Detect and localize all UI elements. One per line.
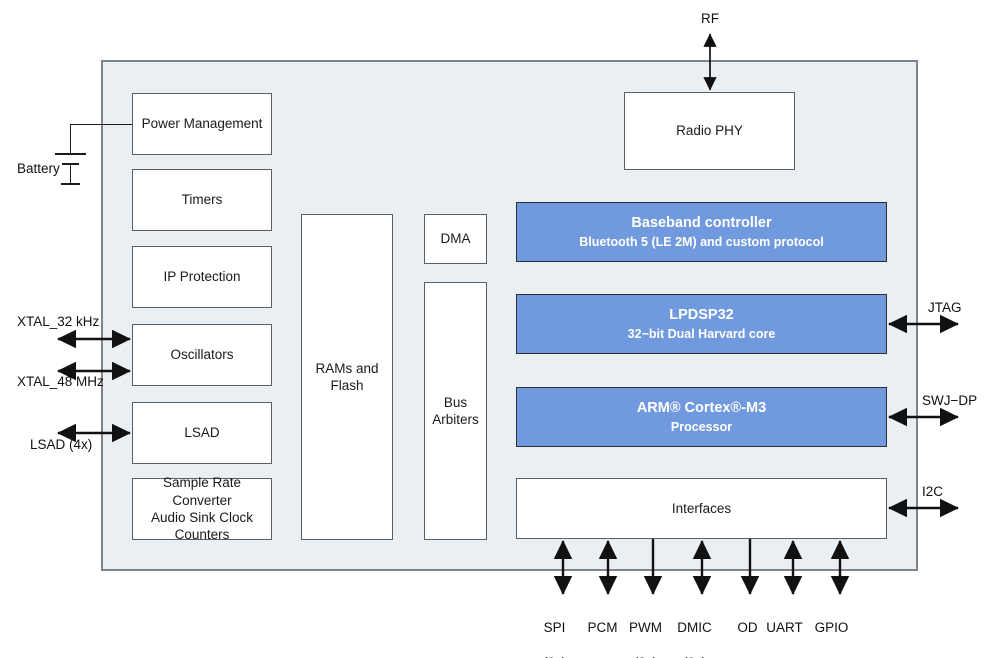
label-pin-pwm-line1: PWM (629, 619, 663, 635)
block-cortex-m3-title: ARM® Cortex®-M3 (636, 399, 767, 416)
block-power-management-label: Power Management (141, 116, 263, 132)
block-dma[interactable]: DMA (424, 214, 487, 264)
label-pin-spi: SPI (2x) (528, 601, 566, 658)
label-jtag: JTAG (928, 300, 962, 315)
label-swj-dp: SWJ−DP (922, 393, 978, 408)
label-rf: RF (701, 11, 719, 26)
label-pin-pwm: PWM (2x) (614, 601, 662, 658)
block-oscillators-label: Oscillators (170, 347, 234, 363)
block-cortex-m3[interactable]: ARM® Cortex®-M3 Processor (516, 387, 887, 447)
label-lsad-4x: LSAD (4x) (30, 437, 93, 452)
label-pin-dmic-line1: DMIC (677, 619, 712, 635)
block-baseband-controller[interactable]: Baseband controller Bluetooth 5 (LE 2M) … (516, 202, 887, 262)
block-radio-phy-label: Radio PHY (676, 123, 743, 139)
block-ip-protection[interactable]: IP Protection (132, 246, 272, 308)
block-dma-label: DMA (440, 231, 471, 247)
label-pin-dmic: DMIC (2x) (662, 601, 712, 658)
block-interfaces[interactable]: Interfaces (516, 478, 887, 539)
block-sample-rate-converter[interactable]: Sample Rate Converter Audio Sink Clock C… (132, 475, 272, 542)
label-pin-gpio: GPIO (800, 601, 849, 658)
label-pin-spi-line2: (2x) (543, 655, 566, 658)
block-sample-rate-converter-label: Sample Rate Converter Audio Sink Clock C… (150, 475, 254, 543)
block-lsad-label: LSAD (184, 425, 220, 441)
block-rams-and-flash[interactable]: RAMs and Flash (301, 214, 393, 540)
label-pin-uart: UART (751, 601, 803, 658)
battery-plate-positive (55, 153, 86, 155)
block-timers[interactable]: Timers (132, 169, 272, 231)
block-bus-arbiters[interactable]: Bus Arbiters (424, 282, 487, 540)
block-lsad[interactable]: LSAD (132, 402, 272, 464)
block-rams-and-flash-label: RAMs and Flash (315, 360, 379, 393)
block-lpdsp32-title: LPDSP32 (669, 306, 734, 323)
label-pin-uart-line1: UART (766, 619, 803, 635)
label-pin-spi-line1: SPI (543, 619, 566, 635)
block-baseband-controller-subtitle: Bluetooth 5 (LE 2M) and custom protocol (579, 235, 824, 250)
label-pin-dmic-line2: (2x) (683, 655, 706, 658)
battery-wire-horizontal (70, 124, 132, 125)
battery-wire-vertical-top (70, 124, 71, 153)
label-battery: Battery (17, 161, 60, 176)
block-interfaces-label: Interfaces (671, 500, 732, 516)
block-diagram-canvas: Power Management Timers IP Protection Os… (0, 0, 998, 658)
block-oscillators[interactable]: Oscillators (132, 324, 272, 386)
block-cortex-m3-subtitle: Processor (670, 420, 733, 435)
label-xtal-32khz: XTAL_32 kHz (17, 314, 100, 329)
block-ip-protection-label: IP Protection (163, 269, 241, 285)
block-lpdsp32[interactable]: LPDSP32 32−bit Dual Harvard core (516, 294, 887, 354)
block-bus-arbiters-label: Bus Arbiters (432, 394, 479, 427)
battery-wire-vertical-bottom (70, 163, 71, 183)
block-radio-phy[interactable]: Radio PHY (624, 92, 795, 170)
block-timers-label: Timers (181, 192, 223, 208)
battery-ground-bar (61, 183, 80, 185)
label-pin-pwm-line2: (2x) (634, 655, 657, 658)
block-baseband-controller-title: Baseband controller (631, 214, 772, 231)
label-i2c: I2C (922, 484, 944, 499)
label-pin-pcm: PCM (572, 601, 618, 658)
label-pin-gpio-line1: GPIO (814, 619, 849, 635)
label-xtal-48mhz: XTAL_48 MHz (17, 374, 104, 389)
block-lpdsp32-subtitle: 32−bit Dual Harvard core (627, 327, 776, 342)
block-power-management[interactable]: Power Management (132, 93, 272, 155)
